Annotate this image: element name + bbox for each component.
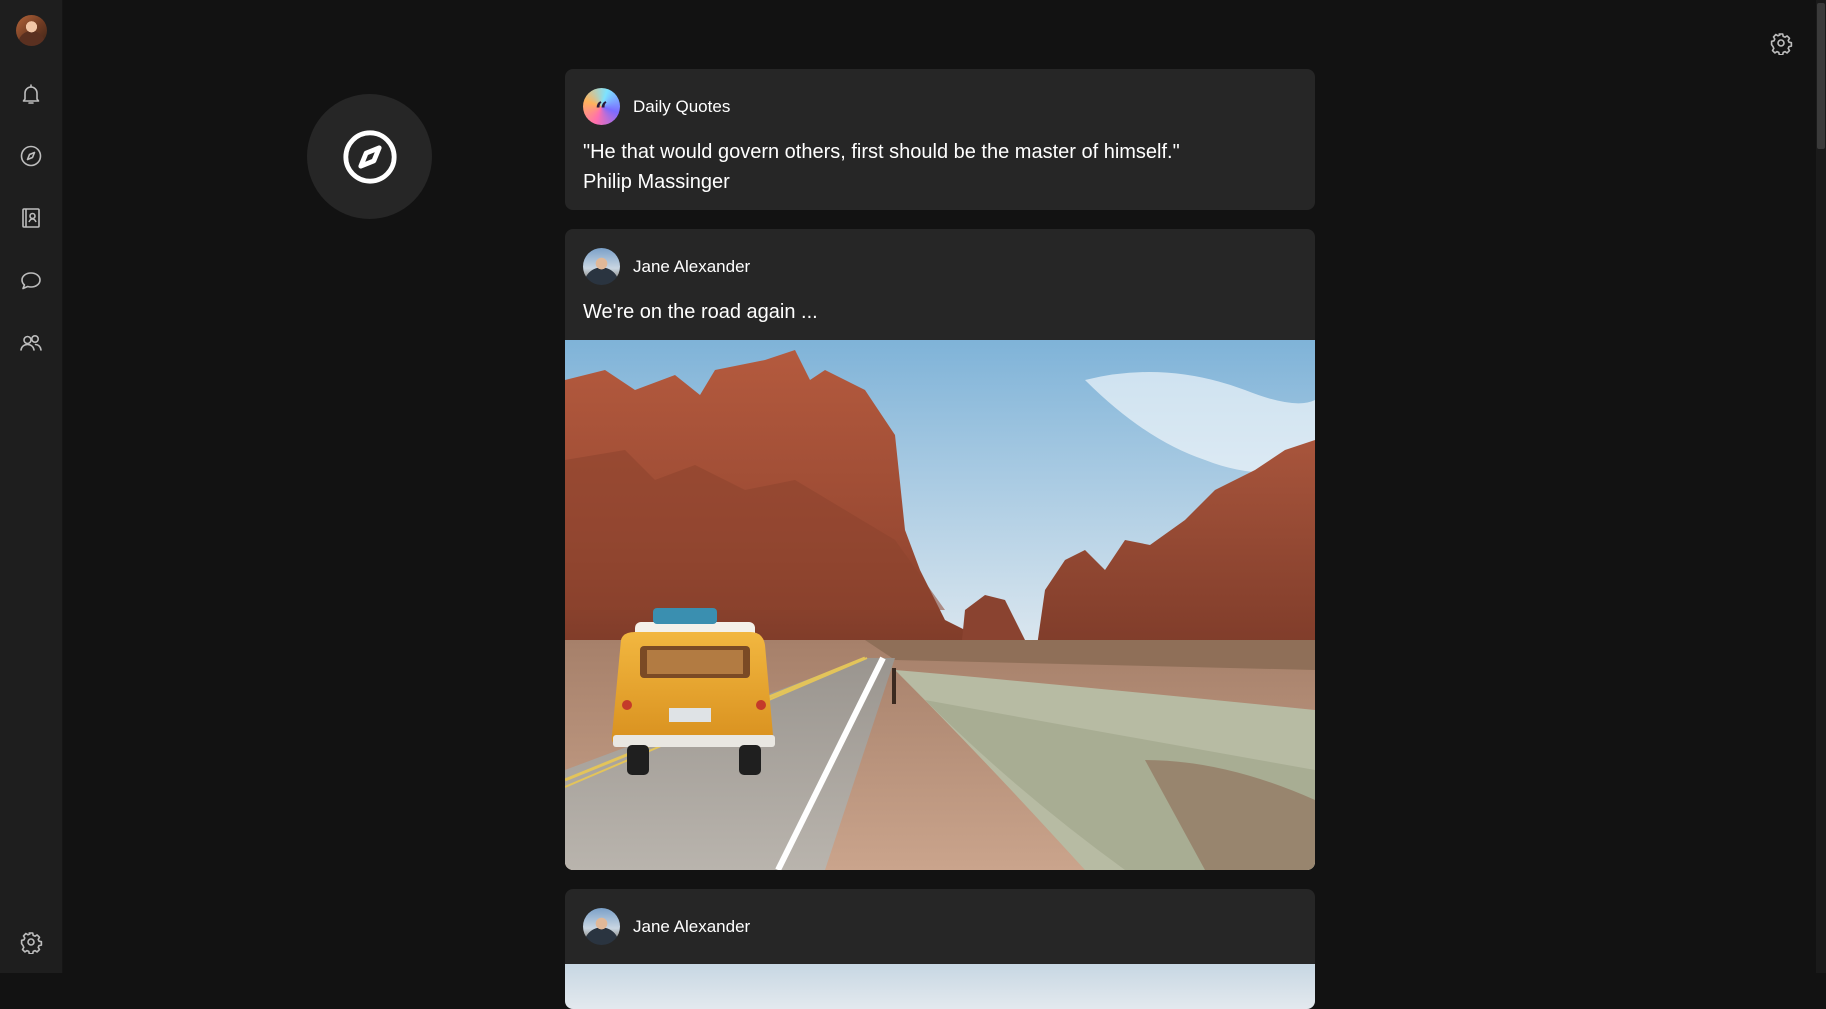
bell-icon[interactable] xyxy=(19,82,43,106)
explore-badge xyxy=(307,94,432,219)
gear-icon[interactable] xyxy=(1769,31,1793,56)
scrollbar-thumb[interactable] xyxy=(1817,3,1825,149)
people-icon[interactable] xyxy=(19,331,43,355)
post-card: Jane Alexander xyxy=(565,889,1315,1009)
scrollbar[interactable] xyxy=(1816,0,1826,973)
chat-bubble-icon[interactable] xyxy=(19,269,43,293)
quote-mark-icon: “ xyxy=(595,97,608,124)
user-avatar[interactable] xyxy=(16,15,47,46)
compass-icon[interactable] xyxy=(19,144,43,168)
post-card: “ Daily Quotes "He that would govern oth… xyxy=(565,69,1315,210)
quote-line: "He that would govern others, first shou… xyxy=(583,141,1180,163)
jane-avatar[interactable] xyxy=(583,248,620,285)
post-text: We're on the road again ... xyxy=(583,301,818,323)
compass-icon xyxy=(342,129,397,184)
post-author[interactable]: Jane Alexander xyxy=(633,917,750,937)
sidebar xyxy=(0,0,63,973)
post-card: Jane Alexander We're on the road again .… xyxy=(565,229,1315,870)
desert-road-van-photo[interactable] xyxy=(565,340,1315,870)
quote-text: "He that would govern others, first shou… xyxy=(583,137,1180,197)
post-author[interactable]: Daily Quotes xyxy=(633,97,730,117)
gear-icon[interactable] xyxy=(19,930,43,954)
partial-photo[interactable] xyxy=(565,964,1315,1009)
post-author[interactable]: Jane Alexander xyxy=(633,257,750,277)
post-header: Jane Alexander xyxy=(583,908,750,945)
quote-avatar[interactable]: “ xyxy=(583,88,620,125)
post-header: “ Daily Quotes xyxy=(583,88,730,125)
post-header: Jane Alexander xyxy=(583,248,750,285)
contacts-book-icon[interactable] xyxy=(19,206,43,230)
jane-avatar[interactable] xyxy=(583,908,620,945)
quote-attribution: Philip Massinger xyxy=(583,171,730,193)
